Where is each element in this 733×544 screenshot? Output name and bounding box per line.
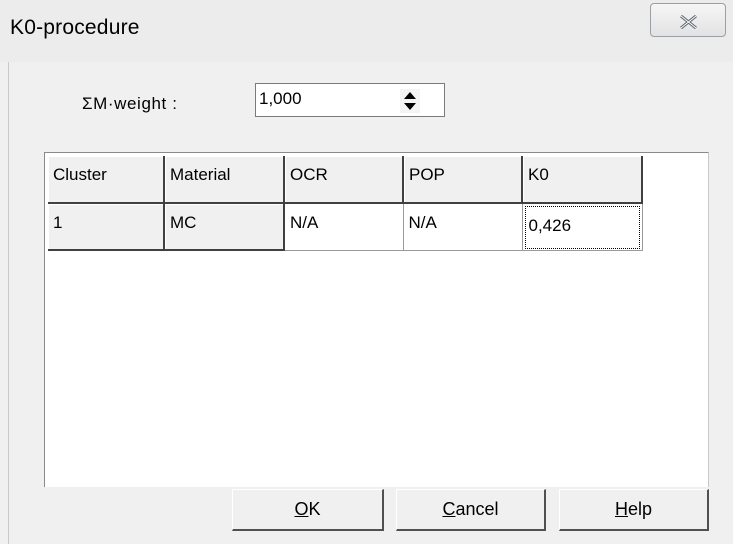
- header-row: Cluster Material OCR POP K0: [48, 156, 643, 204]
- cell-ocr[interactable]: N/A: [284, 203, 404, 251]
- column-header-pop[interactable]: POP: [403, 156, 523, 204]
- window-title: K0-procedure: [10, 16, 140, 39]
- cell-pop[interactable]: N/A: [403, 203, 523, 251]
- k0-grid[interactable]: Cluster Material OCR POP K0 1 MC N/A N/A…: [44, 152, 709, 487]
- spin-down-button[interactable]: [402, 101, 418, 112]
- title-bar[interactable]: K0-procedure: [0, 0, 733, 62]
- spin-buttons: [400, 89, 420, 113]
- column-header-material[interactable]: Material: [164, 156, 285, 204]
- cancel-button[interactable]: Cancel: [396, 489, 546, 531]
- weight-label: ΣM·weight :: [82, 94, 178, 113]
- column-header-k0[interactable]: K0: [522, 156, 643, 204]
- column-header-ocr[interactable]: OCR: [284, 156, 404, 204]
- table-row: 1 MC N/A N/A 0,426: [48, 203, 643, 251]
- spin-up-arrow-icon: [404, 91, 416, 99]
- column-header-cluster[interactable]: Cluster: [48, 156, 165, 204]
- weight-input[interactable]: 1,000: [259, 89, 302, 109]
- cell-material[interactable]: MC: [164, 203, 285, 251]
- ok-button[interactable]: OK: [232, 489, 384, 531]
- cell-k0[interactable]: 0,426: [522, 203, 643, 251]
- k0-procedure-dialog: K0-procedure ΣM·weight : 1,000 Cluster M…: [0, 0, 733, 544]
- close-button[interactable]: [650, 3, 726, 37]
- close-icon: [680, 15, 697, 29]
- spin-up-button[interactable]: [402, 89, 418, 100]
- help-button[interactable]: Help: [559, 489, 709, 531]
- spin-down-arrow-icon: [404, 102, 416, 110]
- weight-spinner[interactable]: 1,000: [255, 83, 445, 117]
- k0-table: Cluster Material OCR POP K0 1 MC N/A N/A…: [48, 156, 643, 251]
- cell-cluster[interactable]: 1: [48, 203, 165, 251]
